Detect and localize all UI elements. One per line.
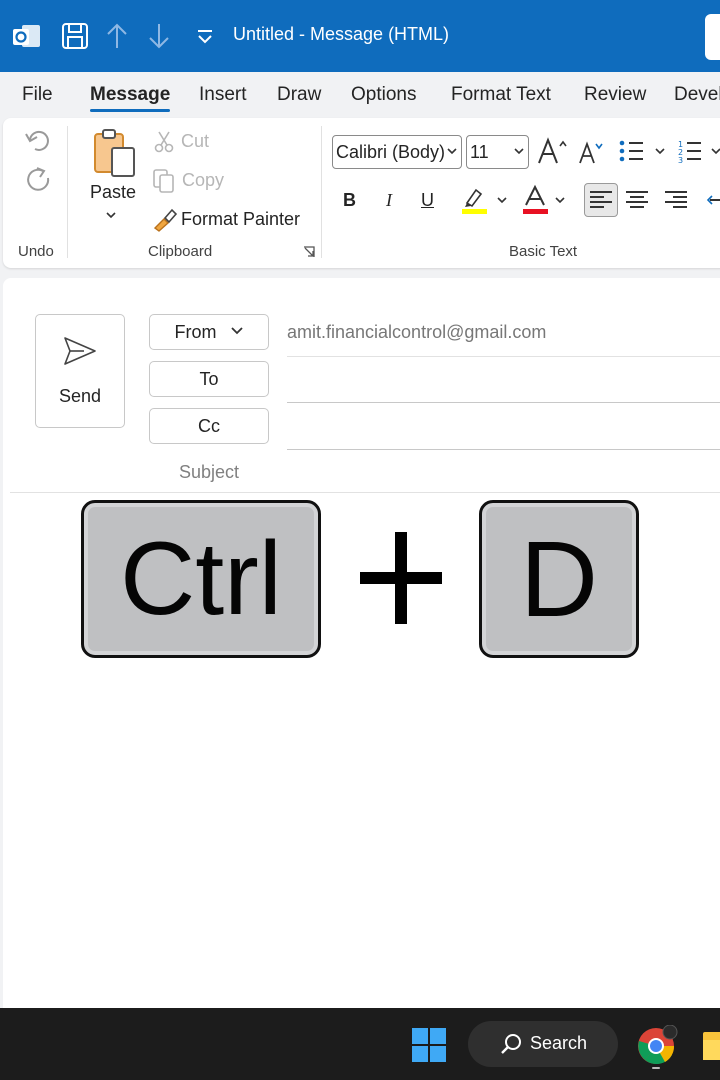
font-name-dropdown[interactable]: Calibri (Body) [332, 135, 462, 169]
customize-toolbar-chevron-icon[interactable] [190, 20, 220, 52]
redo-icon[interactable] [23, 164, 53, 194]
save-icon[interactable] [60, 20, 90, 52]
arrow-up-icon[interactable] [102, 20, 132, 52]
undo-icon[interactable] [23, 126, 53, 156]
group-divider [67, 126, 68, 258]
tab-file[interactable]: File [22, 84, 53, 106]
subject-label: Subject [178, 462, 240, 482]
group-divider [321, 126, 322, 258]
numbering-icon[interactable]: 1 2 3 [677, 138, 720, 166]
send-paper-plane-icon [64, 337, 96, 365]
taskbar-search-label: Search [530, 1033, 588, 1053]
send-label: Send [58, 386, 102, 406]
font-size-dropdown[interactable]: 11 [466, 135, 529, 169]
font-size-value: 11 [470, 142, 489, 162]
arrow-down-icon[interactable] [144, 20, 174, 52]
taskbar: Search [0, 1008, 720, 1080]
to-button[interactable]: To [149, 361, 269, 397]
tab-review[interactable]: Review [584, 84, 646, 106]
subject-input[interactable] [10, 492, 720, 493]
chevron-down-icon[interactable] [104, 210, 118, 220]
title-bar-search-box[interactable] [705, 14, 720, 60]
tab-draw[interactable]: Draw [277, 84, 321, 106]
align-left-button[interactable] [584, 183, 618, 217]
align-center-icon[interactable] [626, 190, 648, 210]
scissors-icon [154, 131, 174, 153]
active-tab-indicator [90, 109, 170, 112]
from-button[interactable]: From [149, 314, 269, 350]
shrink-font-icon[interactable] [577, 138, 607, 166]
copy-icon [153, 169, 174, 193]
from-label: From [174, 322, 217, 342]
decrease-indent-icon[interactable] [706, 190, 720, 210]
chrome-icon[interactable] [636, 1025, 680, 1069]
basic-text-group-label: Basic Text [509, 243, 578, 260]
chevron-down-icon [514, 148, 524, 155]
d-key-graphic: D [479, 500, 639, 658]
ribbon: Undo Paste Cut Copy Format Painter Clipb… [3, 118, 720, 268]
highlight-icon[interactable] [459, 184, 513, 216]
cc-button[interactable]: Cc [149, 408, 269, 444]
ctrl-key-label: Ctrl [120, 521, 282, 637]
bold-button[interactable]: B [343, 190, 356, 211]
window-title: Untitled - Message (HTML) [233, 24, 450, 44]
windows-start-icon[interactable] [411, 1027, 447, 1063]
send-button[interactable]: Send [35, 314, 125, 428]
from-underline [287, 356, 720, 357]
d-key-label: D [520, 518, 598, 639]
italic-button[interactable]: I [386, 190, 392, 211]
tab-options[interactable]: Options [351, 84, 416, 106]
clipboard-group-label: Clipboard [148, 243, 213, 260]
dialog-launcher-icon[interactable] [302, 245, 316, 259]
plus-sign-graphic [360, 532, 442, 624]
tab-insert[interactable]: Insert [199, 84, 247, 106]
font-color-icon[interactable] [520, 184, 574, 216]
to-input[interactable] [287, 402, 720, 403]
cc-input[interactable] [287, 449, 720, 450]
underline-button[interactable]: U [421, 190, 434, 211]
taskbar-search-box[interactable]: Search [468, 1021, 618, 1067]
grow-font-icon[interactable] [536, 136, 570, 166]
paste-button[interactable]: Paste [90, 182, 136, 203]
svg-text:3: 3 [678, 156, 683, 165]
copy-button[interactable]: Copy [182, 170, 224, 191]
search-icon [501, 1034, 521, 1054]
bullets-icon[interactable] [617, 138, 669, 166]
chevron-down-icon [230, 327, 243, 335]
undo-group-label: Undo [18, 243, 54, 260]
tab-developer[interactable]: Devel [674, 84, 720, 106]
align-right-icon[interactable] [665, 190, 687, 210]
tab-message[interactable]: Message [90, 84, 170, 106]
file-explorer-icon[interactable] [701, 1028, 720, 1066]
paste-clipboard-icon[interactable] [92, 128, 138, 178]
font-name-value: Calibri (Body) [336, 142, 446, 162]
from-email-address: amit.financialcontrol@gmail.com [287, 322, 547, 342]
format-painter-brush-icon [153, 208, 178, 232]
align-left-icon [590, 191, 612, 208]
cut-button[interactable]: Cut [181, 131, 209, 152]
format-painter-button[interactable]: Format Painter [181, 209, 300, 230]
ctrl-key-graphic: Ctrl [81, 500, 321, 658]
title-bar: Untitled - Message (HTML) [0, 0, 720, 72]
outlook-logo-icon[interactable] [12, 20, 42, 52]
tab-format-text[interactable]: Format Text [451, 84, 551, 106]
chevron-down-icon [447, 148, 457, 155]
